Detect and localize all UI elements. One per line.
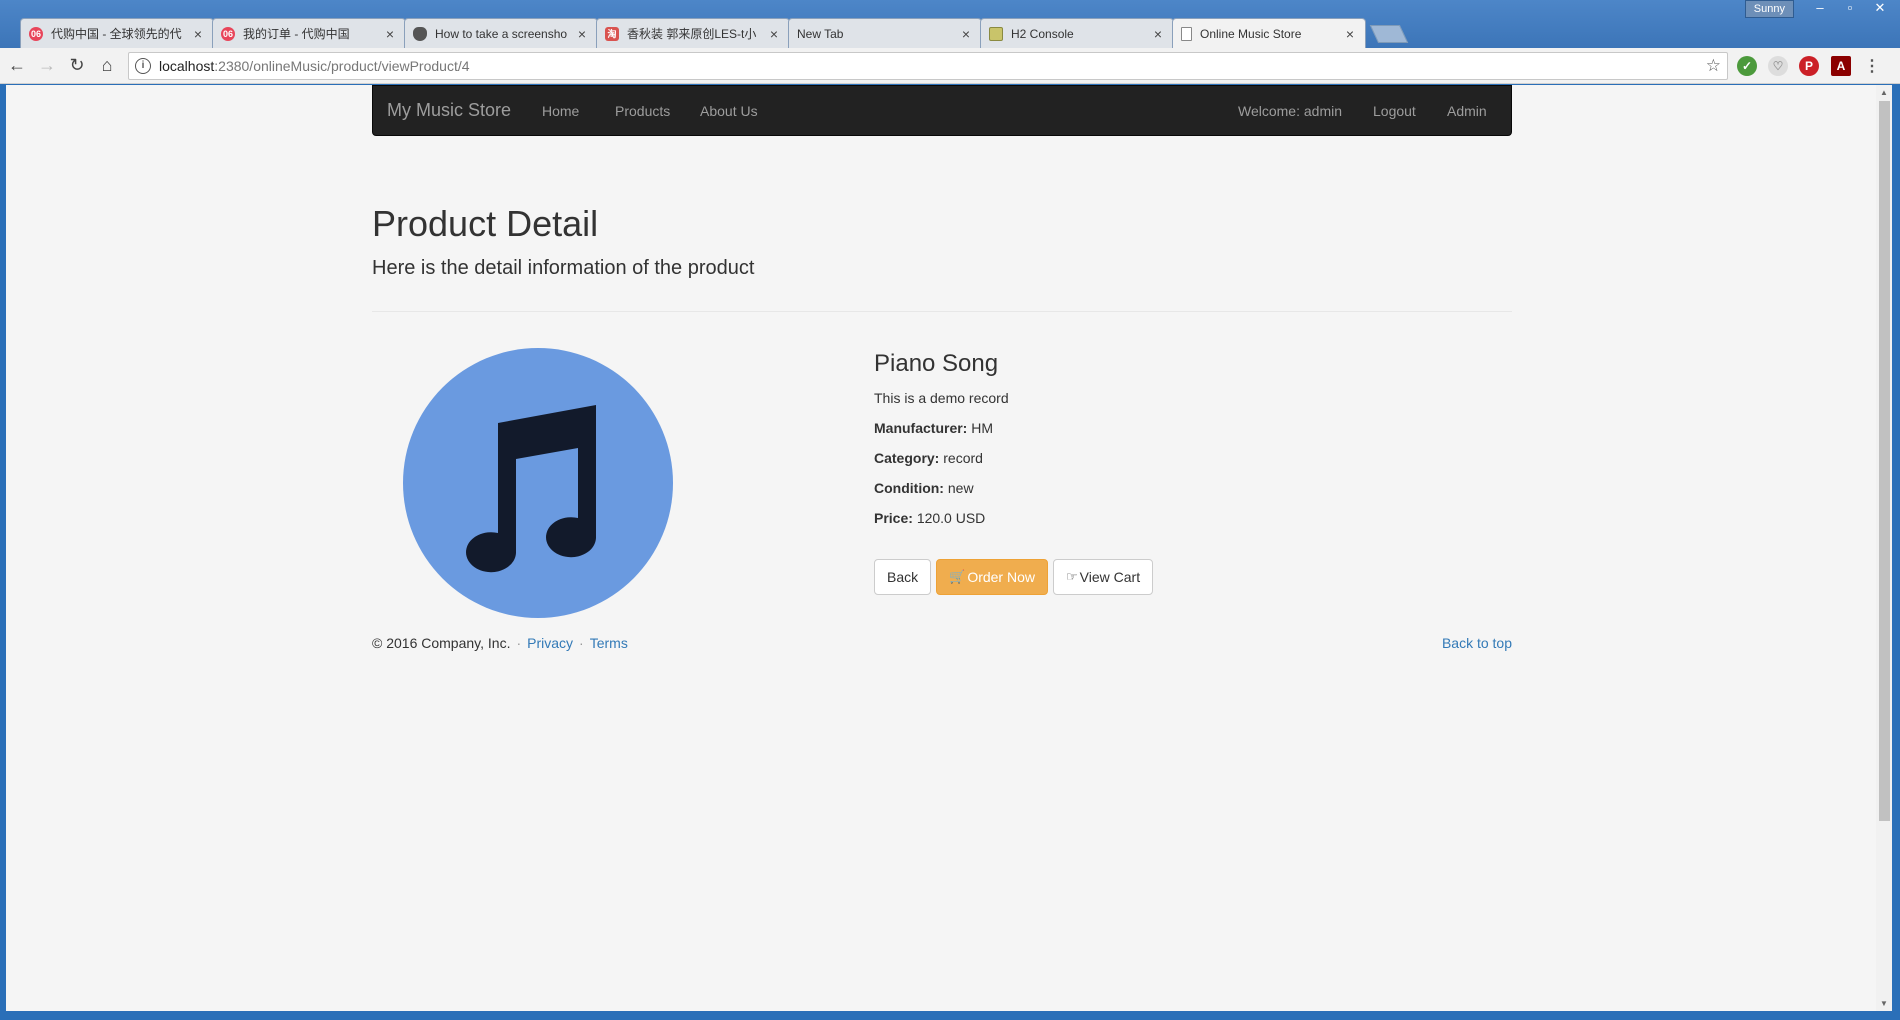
action-buttons: Back 🛒 Order Now ☞ View Cart: [874, 559, 1154, 595]
order-now-button[interactable]: 🛒 Order Now: [936, 559, 1048, 595]
close-window-icon[interactable]: ✕: [1866, 0, 1894, 18]
condition-label: Condition:: [874, 480, 944, 496]
forward-arrow-icon[interactable]: →: [34, 53, 60, 79]
copyright-text: © 2016 Company, Inc.: [372, 635, 511, 651]
browser-tab[interactable]: New Tab ×: [788, 18, 982, 48]
product-name: Piano Song: [874, 350, 999, 377]
price-value: 120.0 USD: [916, 510, 986, 526]
product-category: Category: record: [874, 450, 983, 466]
browser-tab[interactable]: 06 代购中国 - 全球领先的代 ×: [20, 18, 214, 48]
scroll-up-icon[interactable]: ▲: [1880, 88, 1888, 97]
tab-title: 香秋装 郭来原创LES-t小: [627, 27, 757, 41]
tab-title: New Tab: [797, 26, 844, 41]
product-description: This is a demo record: [874, 390, 1009, 406]
menu-kebab-icon[interactable]: ⋮: [1862, 56, 1882, 76]
tab-title: 我的订单 - 代购中国: [243, 27, 350, 41]
product-image: [403, 348, 673, 618]
acrobat-icon[interactable]: A: [1831, 56, 1851, 76]
price-label: Price:: [874, 510, 913, 526]
close-icon[interactable]: ×: [1343, 26, 1357, 42]
browser-tab[interactable]: H2 Console ×: [980, 18, 1174, 48]
url-host: localhost: [159, 58, 215, 74]
info-icon[interactable]: i: [135, 58, 151, 74]
close-icon[interactable]: ×: [959, 26, 973, 42]
scrollbar-thumb[interactable]: [1879, 101, 1890, 821]
scroll-down-icon[interactable]: ▼: [1880, 999, 1888, 1008]
view-cart-button[interactable]: ☞ View Cart: [1053, 559, 1154, 595]
nav-welcome: Welcome: admin: [1238, 103, 1343, 119]
close-icon[interactable]: ×: [383, 26, 397, 42]
nav-admin[interactable]: Admin: [1447, 103, 1487, 119]
divider: [372, 311, 1512, 312]
pinterest-icon[interactable]: P: [1799, 56, 1819, 76]
product-price: Price: 120.0 USD: [874, 510, 985, 526]
page-title: Product Detail: [372, 203, 599, 244]
separator: ·: [516, 635, 522, 651]
condition-value: new: [947, 480, 974, 496]
apple-icon: [413, 26, 427, 41]
browser-tab[interactable]: 06 我的订单 - 代购中国 ×: [212, 18, 406, 48]
bookmark-star-icon[interactable]: ☆: [1706, 56, 1721, 76]
site-navbar: My Music Store Home Products About Us We…: [372, 85, 1512, 136]
h2-icon: [989, 26, 1003, 41]
close-icon[interactable]: ×: [1151, 26, 1165, 42]
music-note-icon: [466, 405, 596, 573]
brand-link[interactable]: My Music Store: [387, 100, 511, 121]
back-to-top-link[interactable]: Back to top: [1442, 635, 1512, 651]
product-condition: Condition: new: [874, 480, 974, 496]
browser-toolbar: ← → ↻ ⌂ i localhost:2380/onlineMusic/pro…: [0, 48, 1900, 84]
tab-title: Online Music Store: [1200, 26, 1302, 41]
nav-logout[interactable]: Logout: [1373, 103, 1416, 119]
page-subtitle: Here is the detail information of the pr…: [372, 257, 755, 279]
profile-button[interactable]: Sunny: [1744, 0, 1794, 18]
extension-shield-icon[interactable]: ♡: [1768, 56, 1788, 76]
nav-home[interactable]: Home: [542, 103, 579, 119]
maximize-icon[interactable]: ▫: [1836, 0, 1864, 18]
close-icon[interactable]: ×: [767, 26, 781, 42]
privacy-link[interactable]: Privacy: [527, 635, 573, 651]
manufacturer-label: Manufacturer:: [874, 420, 968, 436]
terms-link[interactable]: Terms: [590, 635, 628, 651]
orange-circle-icon: 06: [29, 26, 43, 41]
back-button-label: Back: [887, 569, 919, 585]
url-path: :2380/onlineMusic/product/viewProduct/4: [214, 58, 470, 74]
page-icon: [1181, 26, 1192, 41]
browser-titlebar: 06 代购中国 - 全球领先的代 × 06 我的订单 - 代购中国 × How …: [0, 0, 1900, 48]
vertical-scrollbar[interactable]: ▲ ▼: [1876, 85, 1892, 1011]
orange-circle-icon: 06: [221, 26, 235, 41]
tab-title: How to take a screensho: [435, 26, 568, 41]
order-now-label: Order Now: [967, 569, 1035, 585]
tab-title: H2 Console: [1011, 26, 1074, 41]
tab-strip: 06 代购中国 - 全球领先的代 × 06 我的订单 - 代购中国 × How …: [20, 18, 1409, 48]
browser-tab[interactable]: How to take a screensho ×: [404, 18, 598, 48]
shopping-cart-icon: 🛒: [949, 569, 966, 584]
category-value: record: [943, 450, 983, 466]
close-icon[interactable]: ×: [191, 26, 205, 42]
minimize-icon[interactable]: ‒: [1806, 0, 1834, 18]
window-controls: Sunny ‒ ▫ ✕: [1744, 0, 1894, 18]
shop-icon: 淘: [605, 26, 619, 41]
view-cart-label: View Cart: [1079, 569, 1141, 585]
back-button[interactable]: Back: [874, 559, 932, 595]
tab-title: 代购中国 - 全球领先的代: [51, 27, 182, 41]
close-icon[interactable]: ×: [575, 26, 589, 42]
footer-left: © 2016 Company, Inc. · Privacy · Terms: [372, 635, 628, 651]
browser-tab-active[interactable]: Online Music Store ×: [1172, 18, 1366, 48]
nav-products[interactable]: Products: [615, 103, 670, 119]
nav-about[interactable]: About Us: [700, 103, 758, 119]
page-viewport: My Music Store Home Products About Us We…: [6, 85, 1876, 1011]
reload-icon[interactable]: ↻: [64, 53, 90, 79]
category-label: Category:: [874, 450, 940, 466]
browser-tab[interactable]: 淘 香秋装 郭来原创LES-t小 ×: [596, 18, 790, 48]
hand-pointer-icon: ☞: [1066, 569, 1078, 584]
new-tab-button[interactable]: [1369, 25, 1409, 43]
back-arrow-icon[interactable]: ←: [4, 53, 30, 79]
home-icon[interactable]: ⌂: [94, 53, 120, 79]
product-manufacturer: Manufacturer: HM: [874, 420, 993, 436]
address-bar[interactable]: i localhost:2380/onlineMusic/product/vie…: [128, 52, 1728, 80]
separator: ·: [579, 635, 584, 651]
manufacturer-value: HM: [971, 420, 994, 436]
extension-checkmark-icon[interactable]: ✓: [1737, 56, 1757, 76]
